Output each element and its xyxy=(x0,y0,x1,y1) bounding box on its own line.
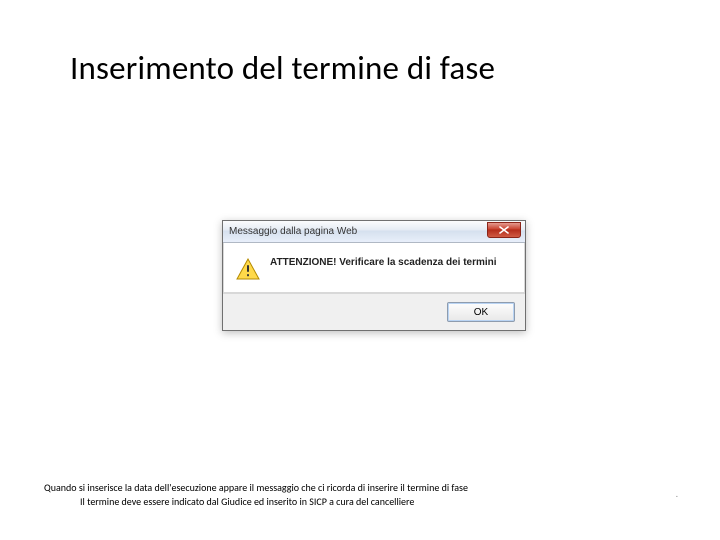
slide-title: Inserimento del termine di fase xyxy=(70,48,680,88)
caption-line-1: Quando si inserisce la data dell'esecuzi… xyxy=(44,481,468,494)
warning-icon xyxy=(236,258,260,280)
page-indicator: . xyxy=(676,489,678,500)
close-button[interactable] xyxy=(487,222,521,238)
close-icon xyxy=(499,226,509,234)
dialog-body: ATTENZIONE! Verificare la scadenza dei t… xyxy=(223,243,525,293)
dialog-titlebar: Messaggio dalla pagina Web xyxy=(223,221,525,243)
message-dialog: Messaggio dalla pagina Web ATTENZIONE! V… xyxy=(222,220,526,331)
caption-line-2: Il termine deve essere indicato dal Giud… xyxy=(44,495,600,509)
ok-button[interactable]: OK xyxy=(447,302,515,322)
dialog-titlebar-text: Messaggio dalla pagina Web xyxy=(223,226,357,237)
caption: Quando si inserisce la data dell'esecuzi… xyxy=(44,481,600,508)
dialog-message: ATTENZIONE! Verificare la scadenza dei t… xyxy=(270,257,497,268)
dialog-wrapper: Messaggio dalla pagina Web ATTENZIONE! V… xyxy=(222,220,526,331)
dialog-button-row: OK xyxy=(223,293,525,330)
